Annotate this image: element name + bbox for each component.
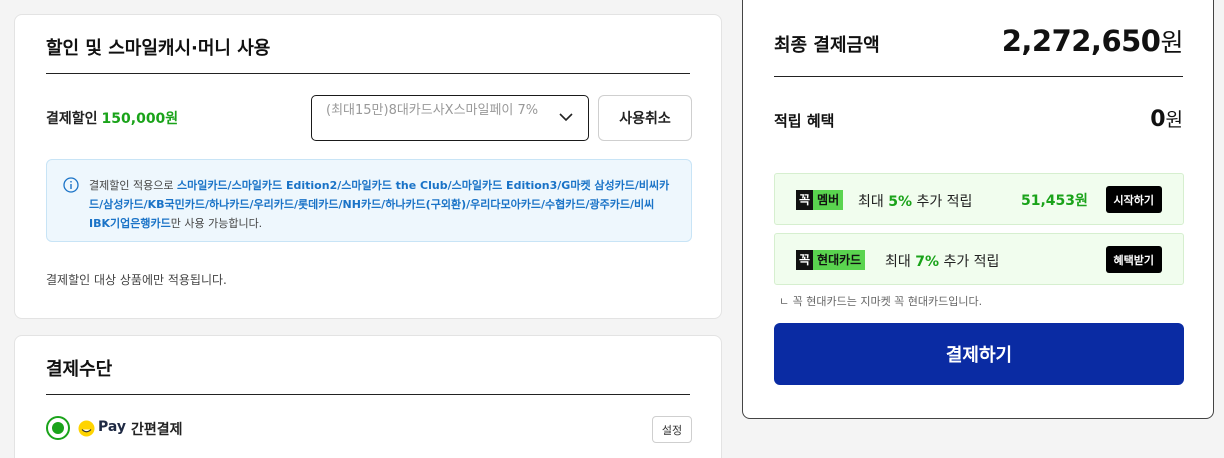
chevron-down-icon — [559, 113, 573, 122]
hyundai-card-promo-banner: 꼭 현대카드 최대 7% 추가 적립 혜택받기 — [774, 233, 1184, 285]
discount-select-value: (최대15만)8대카드사X스마일페이 7% — [326, 103, 539, 118]
order-summary-panel: 최종 결제금액 2,272,650원 적립 혜택 0원 꼭 멤버 최대 5% 추가… — [742, 0, 1214, 419]
discount-label-text: 결제할인 — [46, 111, 98, 127]
reward-label: 적립 혜택 — [774, 112, 835, 130]
promo-text-prefix: 최대 — [858, 194, 889, 210]
promo-text-suffix: 추가 적립 — [912, 194, 973, 210]
tag-name: 멤버 — [813, 190, 844, 210]
tag-prefix: 꼭 — [796, 250, 814, 270]
divider — [46, 394, 690, 395]
reward-amount-value: 0 — [1150, 107, 1166, 132]
info-text-suffix: 만 사용 가능합니다. — [170, 217, 263, 230]
info-text-prefix: 결제할인 적용으로 — [89, 179, 177, 192]
member-promo-banner: 꼭 멤버 최대 5% 추가 적립 51,453원 시작하기 — [774, 173, 1184, 225]
promo-text: 최대 7% 추가 적립 — [885, 251, 999, 271]
reward-amount: 0원 — [1150, 105, 1183, 132]
payment-settings-button[interactable]: 설정 — [652, 416, 692, 443]
discount-amount: 150,000원 — [101, 111, 179, 127]
divider — [774, 76, 1183, 77]
tag-name: 현대카드 — [813, 250, 866, 270]
total-amount-unit: 원 — [1160, 28, 1183, 57]
reward-amount-unit: 원 — [1165, 109, 1183, 131]
smilepay-radio[interactable] — [46, 416, 70, 440]
divider — [46, 73, 690, 74]
tag-prefix: 꼭 — [796, 190, 814, 210]
total-label: 최종 결제금액 — [774, 35, 880, 56]
hyundai-card-tag: 꼭 현대카드 — [796, 250, 866, 270]
discount-section-title: 할인 및 스마일캐시·머니 사용 — [46, 38, 271, 59]
info-icon — [63, 177, 79, 193]
smile-pay-logo-icon — [78, 420, 95, 437]
pay-button[interactable]: 결제하기 — [774, 323, 1184, 385]
discount-select[interactable]: (최대15만)8대카드사X스마일페이 7% — [311, 95, 589, 141]
discount-label: 결제할인 150,000원 — [46, 108, 178, 128]
start-member-button[interactable]: 시작하기 — [1105, 186, 1162, 213]
promo-rate: 7% — [915, 254, 939, 270]
discount-info-box: 결제할인 적용으로 스마일카드/스마일카드 Edition2/스마일카드 the… — [46, 159, 692, 242]
promo-amount: 51,453원 — [1021, 193, 1088, 209]
promo-text: 최대 5% 추가 적립 — [858, 191, 972, 211]
pay-word: Pay — [98, 419, 127, 435]
promo-text-prefix: 최대 — [885, 254, 916, 270]
payment-method-label: 간편결제 — [131, 422, 183, 438]
discount-note: 결제할인 대상 상품에만 적용됩니다. — [46, 273, 227, 287]
promo-rate: 5% — [888, 194, 912, 210]
discount-card: 할인 및 스마일캐시·머니 사용 결제할인 150,000원 (최대15만)8대카… — [14, 14, 722, 319]
cancel-discount-button[interactable]: 사용취소 — [598, 95, 692, 141]
hyundai-card-note: ㄴ 꼭 현대카드는 지마켓 꼭 현대카드입니다. — [779, 295, 983, 308]
payment-section-title: 결제수단 — [46, 359, 113, 380]
total-amount: 2,272,650원 — [1001, 23, 1184, 59]
payment-method-card: 결제수단 Pay 간편결제 설정 — [14, 335, 722, 458]
promo-text-suffix: 추가 적립 — [939, 254, 1000, 270]
get-benefit-button[interactable]: 혜택받기 — [1105, 246, 1162, 273]
total-amount-value: 2,272,650 — [1001, 24, 1161, 58]
member-tag: 꼭 멤버 — [796, 190, 844, 210]
